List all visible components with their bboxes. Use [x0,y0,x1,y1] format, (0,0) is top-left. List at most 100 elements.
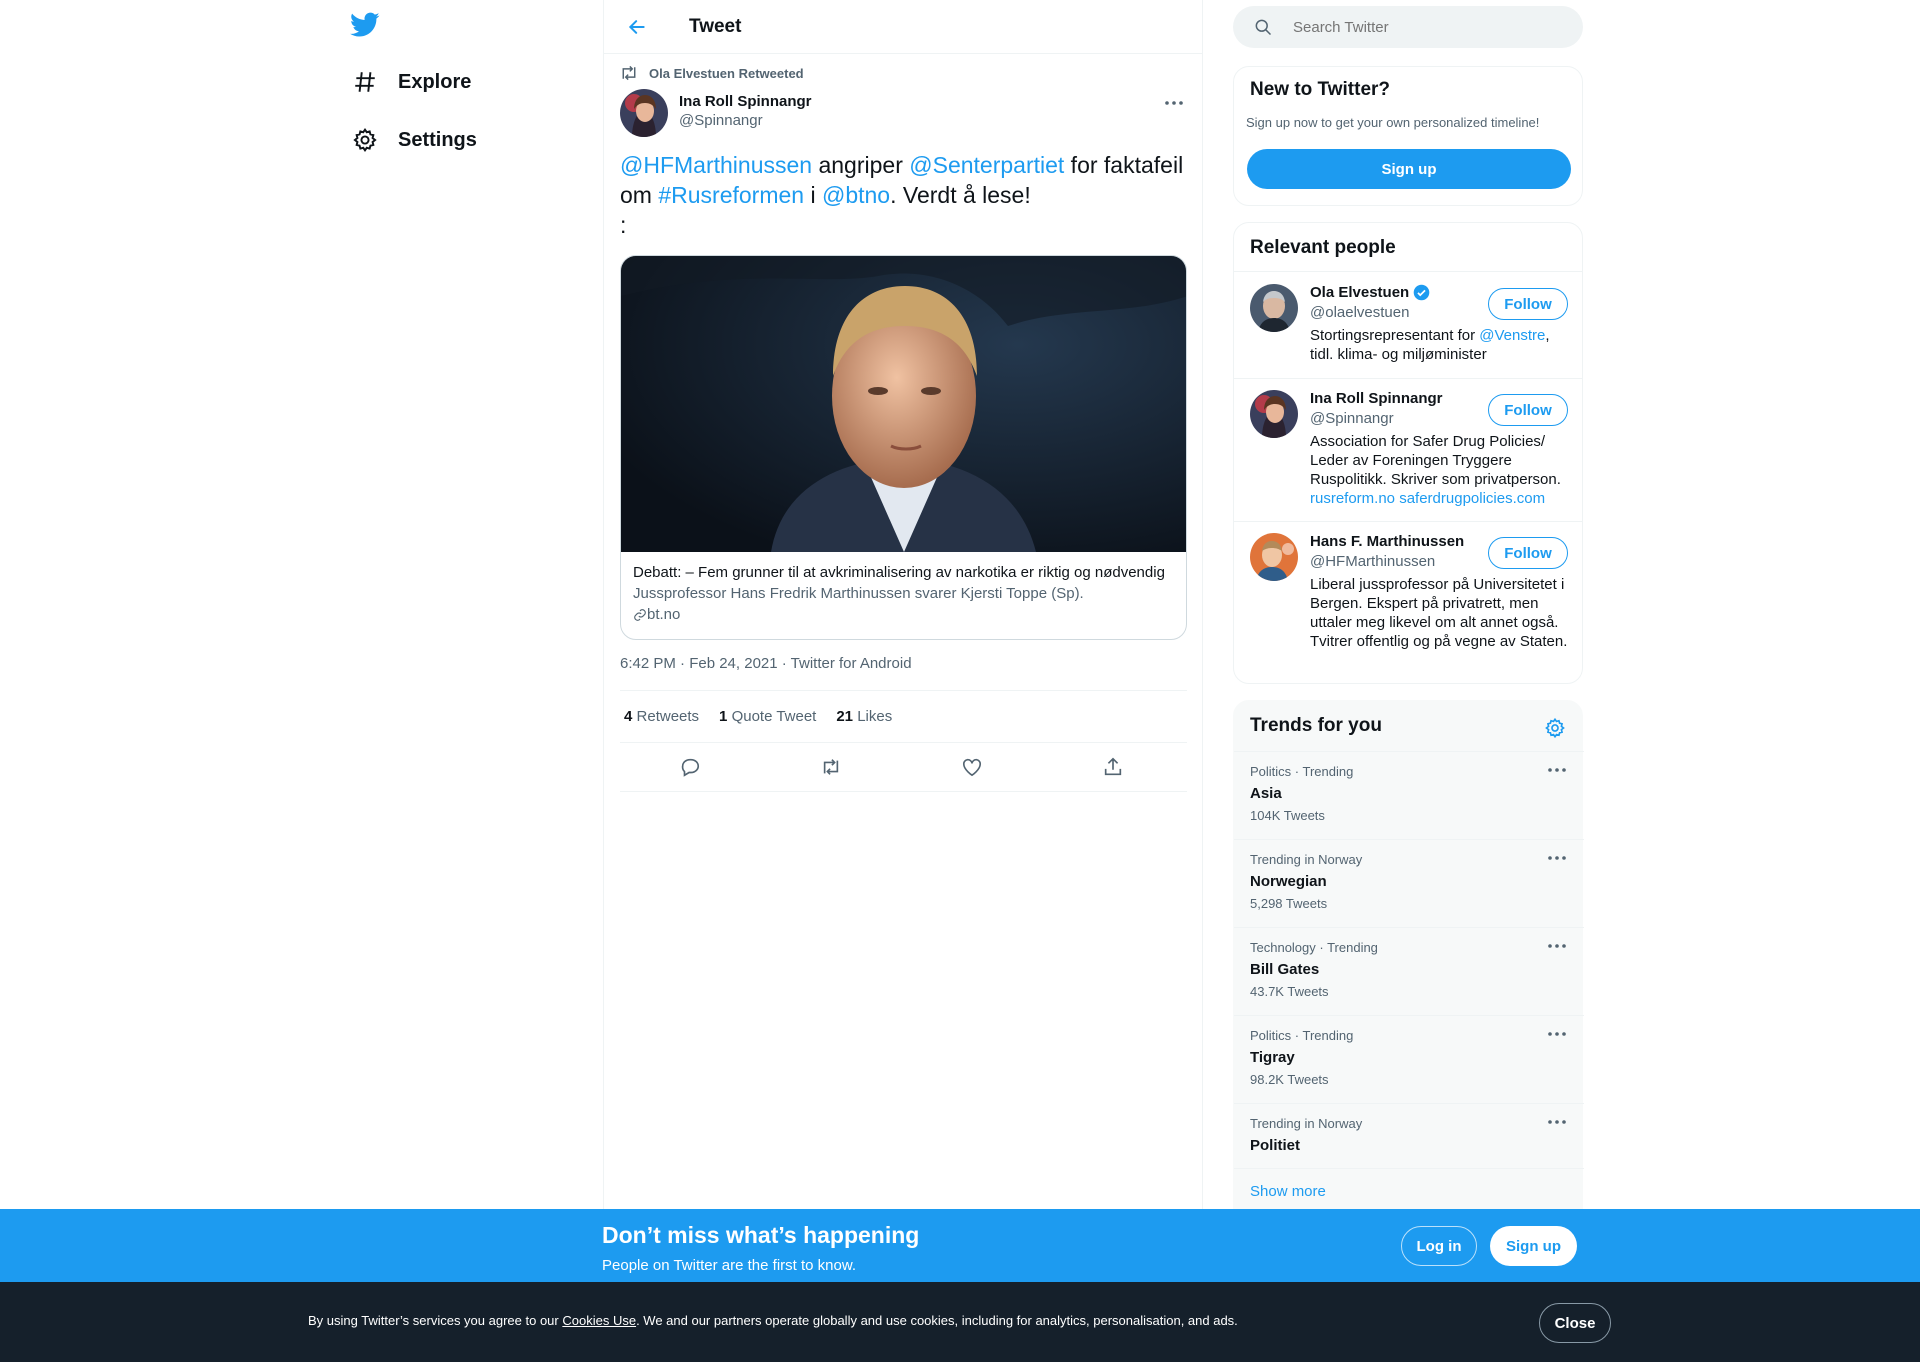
signup-banner: Don’t miss what’s happening People on Tw… [0,1209,1920,1282]
link-card[interactable]: Debatt: – Fem grunner til at avkriminali… [620,255,1187,640]
tweet-text: @HFMarthinussen angriper @Senterpartiet … [620,150,1190,240]
trend-context: Politics · Trending [1250,1028,1354,1043]
avatar[interactable] [620,89,668,137]
trend-context: Trending in Norway [1250,852,1363,867]
tweet-text-fragment: : [620,212,627,238]
tweet-stats: 4 Retweets 1 Quote Tweet 21 Likes [620,690,1187,743]
link-icon [633,608,647,622]
close-button[interactable]: Close [1539,1303,1611,1343]
avatar[interactable] [1250,533,1298,581]
divider [1234,378,1582,379]
likes-count: 21 [836,708,854,725]
sign-up-button[interactable]: Sign up [1490,1226,1577,1266]
trend-count: 5,298 Tweets [1250,896,1328,911]
trend-item[interactable]: Technology · Trending Bill Gates 43.7K T… [1234,927,1584,1015]
cookie-text-part: . We and our partners operate globally a… [636,1313,1238,1328]
more-options-icon[interactable] [1548,856,1568,868]
author-name[interactable]: Ina Roll Spinnangr [679,92,812,111]
retweet-icon [619,64,639,82]
more-options-icon[interactable] [1548,1032,1568,1044]
tweet-author[interactable]: Ina Roll Spinnangr @Spinnangr [620,89,812,137]
retweeted-by-link[interactable]: Ola Elvestuen Retweeted [649,66,804,81]
bio-mention-link[interactable]: @Venstre [1479,327,1545,344]
trend-item[interactable]: Trending in Norway Norwegian 5,298 Tweet… [1234,839,1584,927]
more-options-icon[interactable] [1548,944,1568,956]
trend-context: Technology · Trending [1250,940,1378,955]
twitter-bird-icon[interactable] [350,12,382,44]
person-name[interactable]: Ina Roll Spinnangr [1310,390,1443,407]
retweets-stat[interactable]: 4 Retweets [624,708,699,725]
sign-up-button[interactable]: Sign up [1247,149,1571,189]
person-name[interactable]: Hans F. Marthinussen [1310,533,1464,550]
banner-subtitle: People on Twitter are the first to know. [602,1257,857,1274]
more-options-icon[interactable] [1162,94,1186,112]
mention-link[interactable]: @Senterpartiet [909,152,1064,178]
avatar[interactable] [1250,390,1298,438]
trend-item[interactable]: Politics · Trending Tigray 98.2K Tweets [1234,1015,1584,1103]
person-handle[interactable]: @olaelvestuen [1310,304,1409,321]
bio-text: Association for Safer Drug Policies/ Led… [1310,433,1561,488]
tweet-text-fragment: angriper [812,152,910,178]
follow-button[interactable]: Follow [1488,537,1568,569]
divider [1234,521,1582,522]
quotes-count: 1 [719,708,728,725]
follow-button[interactable]: Follow [1488,288,1568,320]
trend-item[interactable]: Trending in Norway Politiet [1234,1103,1584,1169]
trends-title: Trends for you [1250,715,1382,736]
bio-url-link[interactable]: saferdrugpolicies.com [1399,490,1545,507]
new-to-twitter-title: New to Twitter? [1250,79,1391,100]
reply-icon[interactable] [678,755,702,779]
cookies-use-link[interactable]: Cookies Use [562,1313,636,1328]
likes-stat[interactable]: 21 Likes [836,708,892,725]
new-to-twitter-subtitle: Sign up now to get your own personalized… [1246,115,1540,130]
quotes-stat[interactable]: 1 Quote Tweet [719,708,816,725]
person-handle[interactable]: @Spinnangr [1310,410,1394,427]
nav-explore[interactable]: Explore [350,62,471,102]
avatar[interactable] [1250,284,1298,332]
trend-count: 104K Tweets [1250,808,1325,823]
person-bio: Association for Safer Drug Policies/ Led… [1310,432,1568,508]
search-input[interactable] [1293,18,1553,36]
trend-context: Politics · Trending [1250,764,1354,779]
main-header: Tweet [604,0,1202,54]
page-title: Tweet [689,15,742,37]
like-icon[interactable] [960,755,984,779]
retweets-count: 4 [624,708,633,725]
nav-explore-label: Explore [398,70,472,93]
back-arrow-icon[interactable] [622,12,652,42]
mention-link[interactable]: @btno [822,182,890,208]
show-more-link[interactable]: Show more [1250,1183,1326,1200]
verified-badge-icon [1413,284,1430,301]
bio-url-link[interactable]: rusreform.no [1310,490,1395,507]
person-name[interactable]: Ola Elvestuen [1310,284,1430,301]
tweet-actions [620,743,1187,792]
nav-settings[interactable]: Settings [350,120,477,160]
more-options-icon[interactable] [1548,768,1568,780]
nav-settings-label: Settings [398,128,477,151]
tweet-timestamp[interactable]: 6:42 PM · Feb 24, 2021 · Twitter for And… [620,655,912,672]
hashtag-link[interactable]: #Rusreformen [658,182,804,208]
card-image[interactable] [621,256,1186,552]
person-bio: Stortingsrepresentant for @Venstre, tidl… [1310,326,1568,364]
more-options-icon[interactable] [1548,1120,1568,1132]
mention-link[interactable]: @HFMarthinussen [620,152,812,178]
relevant-people-panel: Relevant people Ola Elvestuen @olaelvest… [1233,222,1583,684]
quotes-label: Quote Tweet [731,708,817,725]
trend-name: Politiet [1250,1137,1301,1154]
card-title: Debatt: – Fem grunner til at avkriminali… [633,564,1165,581]
log-in-button[interactable]: Log in [1401,1226,1477,1266]
trends-panel: Trends for you Politics · Trending Asia … [1233,700,1584,1215]
gear-icon[interactable] [1544,717,1566,739]
trend-item[interactable]: Politics · Trending Asia 104K Tweets [1234,751,1584,839]
follow-button[interactable]: Follow [1488,394,1568,426]
hashtag-icon [350,67,380,97]
share-icon[interactable] [1101,755,1125,779]
retweets-label: Retweets [636,708,700,725]
retweet-icon[interactable] [819,755,843,779]
author-handle[interactable]: @Spinnangr [679,111,812,130]
trend-context: Trending in Norway [1250,1116,1363,1131]
main-column: Tweet Ola Elvestuen Retweeted Ina Roll S… [603,0,1203,1209]
tweet-text-fragment: . Verdt å lese! [890,182,1031,208]
person-handle[interactable]: @HFMarthinussen [1310,553,1435,570]
search-box[interactable] [1233,6,1583,48]
